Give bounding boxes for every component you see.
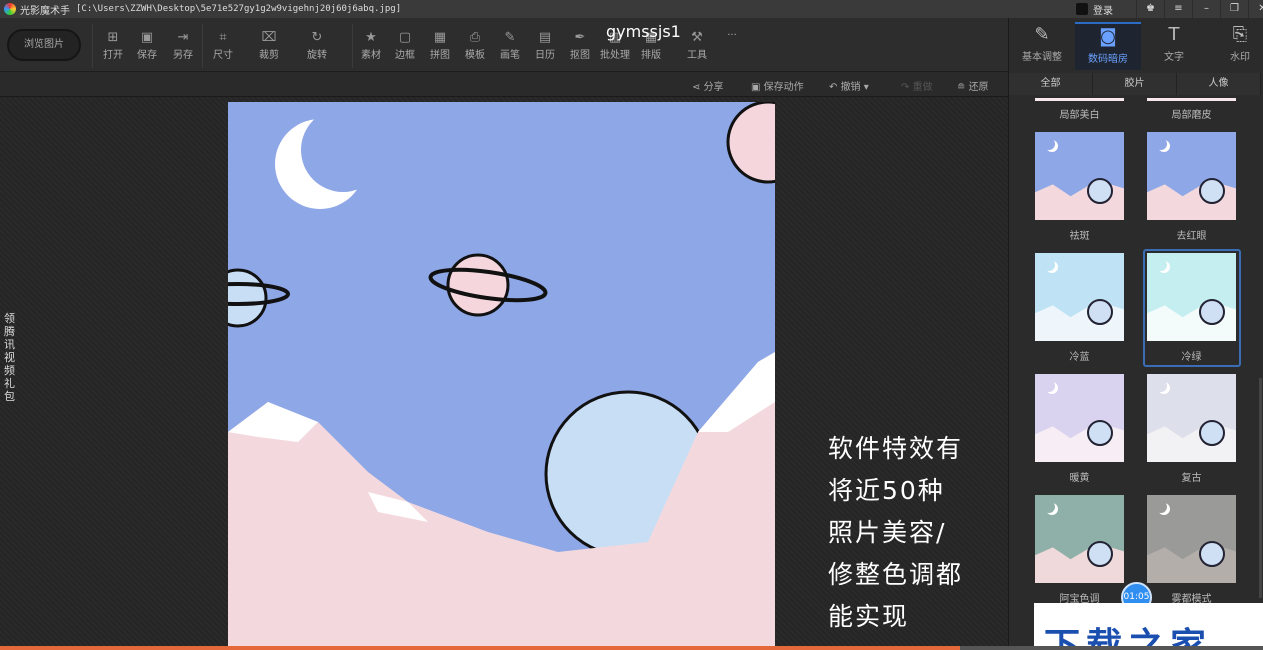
redo-button[interactable]: ↷ 重做 <box>901 78 933 93</box>
tool-wrench[interactable]: ⚒工具 <box>680 30 714 61</box>
effect-label[interactable]: 祛斑 <box>1035 227 1124 242</box>
rotate-icon: ↻ <box>300 30 334 46</box>
skin-button[interactable]: ♚ <box>1136 0 1164 18</box>
filter-tab[interactable]: 全部 <box>1009 73 1093 95</box>
action-bar: ⋖ 分享 ▣ 保存动作 ↶ 撤销 ▾ ↷ 重做 ≘ 还原 <box>0 72 1008 97</box>
photo-preview <box>228 102 775 650</box>
effect-thumbnail[interactable] <box>1035 495 1124 583</box>
tool-brush[interactable]: ✎画笔 <box>493 30 527 61</box>
save-icon: ▣ <box>130 30 164 46</box>
tool-border[interactable]: ▢边框 <box>388 30 422 61</box>
save-as-icon: ⇥ <box>166 30 200 46</box>
caption-line: 修整色调都 <box>828 554 998 596</box>
brush-icon: ✎ <box>493 30 527 46</box>
login-button[interactable]: 登录 <box>1093 2 1113 17</box>
caption-line: 软件特效有 <box>828 428 998 470</box>
app-title: 光影魔术手 <box>20 2 70 17</box>
browse-images-button[interactable]: 浏览图片 <box>7 29 81 61</box>
space-illustration <box>228 102 775 650</box>
overlay-username: gymssjs1 <box>606 22 681 41</box>
video-progress-bar[interactable] <box>0 646 1263 650</box>
tool-material[interactable]: ★素材 <box>354 30 388 61</box>
download-home-watermark: 下载之家 <box>1034 603 1263 650</box>
tool-calendar[interactable]: ▤日历 <box>528 30 562 61</box>
right-panel: ✎基本调整◙数码暗房T文字⎘水印 全部胶片人像 局部美白 局部磨皮 祛斑 去红眼冷… <box>1008 18 1263 650</box>
tool-rotate[interactable]: ↻旋转 <box>300 30 334 61</box>
tool-open[interactable]: ⊞打开 <box>96 30 130 61</box>
effect-label[interactable]: 冷蓝 <box>1035 348 1124 363</box>
calendar-icon: ▤ <box>528 30 562 46</box>
effect-thumbnail[interactable] <box>1147 495 1236 583</box>
restore-button[interactable]: ❐ <box>1220 0 1248 18</box>
filter-tab[interactable]: 胶片 <box>1093 73 1177 95</box>
text-icon: T <box>1141 22 1207 48</box>
user-icon <box>1076 3 1088 15</box>
darkroom-icon: ◙ <box>1075 24 1141 50</box>
file-path: [C:\Users\ZZWH\Desktop\5e71e527gy1g2w9vi… <box>76 4 401 14</box>
border-icon: ▢ <box>388 30 422 46</box>
effect-thumbnail[interactable] <box>1147 132 1236 220</box>
effect-thumbnail[interactable] <box>1035 374 1124 462</box>
tool-template[interactable]: ⎙模板 <box>458 30 492 61</box>
open-icon: ⊞ <box>96 30 130 46</box>
caption-line: 将近50种 <box>828 470 998 512</box>
tool-save-as[interactable]: ⇥另存 <box>166 30 200 61</box>
tab-text[interactable]: T文字 <box>1141 22 1207 70</box>
tencent-video-gift-link[interactable]: 领腾讯视频礼包 <box>4 312 16 403</box>
crop-icon: ⌧ <box>252 30 286 46</box>
cutout-icon: ✒ <box>563 30 597 46</box>
panel-scrollbar[interactable] <box>1259 378 1262 598</box>
effect-label[interactable]: 局部美白 <box>1035 106 1124 121</box>
tab-basic-adjust[interactable]: ✎基本调整 <box>1009 22 1075 70</box>
effect-label[interactable]: 去红眼 <box>1147 227 1236 242</box>
wrench-icon: ⚒ <box>680 30 714 46</box>
share-button[interactable]: ⋖ 分享 <box>692 78 724 93</box>
more-tools-button[interactable]: ··· <box>715 30 749 41</box>
effect-label[interactable]: 暖黄 <box>1035 469 1124 484</box>
minimize-button[interactable]: – <box>1192 0 1220 18</box>
caption-line: 照片美容/ <box>828 512 998 554</box>
tab-watermark[interactable]: ⎘水印 <box>1207 22 1263 70</box>
effect-thumbnail[interactable] <box>1035 253 1124 341</box>
tool-resize[interactable]: ⌗尺寸 <box>206 30 240 61</box>
basic-adjust-icon: ✎ <box>1009 22 1075 48</box>
collage-icon: ▦ <box>423 30 457 46</box>
title-bar: 光影魔术手 [C:\Users\ZZWH\Desktop\5e71e527gy1… <box>0 0 1263 18</box>
tool-cutout[interactable]: ✒抠图 <box>563 30 597 61</box>
close-button[interactable]: ✕ <box>1248 0 1263 18</box>
undo-button[interactable]: ↶ 撤销 ▾ <box>829 78 869 93</box>
watermark-icon: ⎘ <box>1207 22 1263 48</box>
save-action-button[interactable]: ▣ 保存动作 <box>751 78 804 93</box>
effect-thumbnail[interactable] <box>1035 132 1124 220</box>
tool-crop[interactable]: ⌧裁剪 <box>252 30 286 61</box>
caption-line: 能实现 <box>828 596 998 638</box>
effect-label[interactable]: 复古 <box>1147 469 1236 484</box>
effect-thumbnail[interactable] <box>1147 374 1236 462</box>
tool-save[interactable]: ▣保存 <box>130 30 164 61</box>
tab-darkroom[interactable]: ◙数码暗房 <box>1075 22 1141 70</box>
tool-collage[interactable]: ▦拼图 <box>423 30 457 61</box>
effect-thumbnail[interactable] <box>1147 253 1236 341</box>
main-toolbar: 浏览图片 ⊞打开▣保存⇥另存⌗尺寸 ⌧裁剪 ↻旋转 ★素材▢边框▦拼图⎙模板✎画笔▤日… <box>0 18 1008 72</box>
effect-label[interactable]: 冷绿 <box>1147 348 1236 363</box>
material-icon: ★ <box>354 30 388 46</box>
template-icon: ⎙ <box>458 30 492 46</box>
resize-icon: ⌗ <box>206 30 240 46</box>
app-logo-icon <box>4 3 16 15</box>
filter-tab[interactable]: 人像 <box>1177 73 1261 95</box>
menu-button[interactable]: ≡ <box>1164 0 1192 18</box>
effect-label[interactable]: 局部磨皮 <box>1147 106 1236 121</box>
restore-original-button[interactable]: ≘ 还原 <box>957 78 989 93</box>
video-caption: 软件特效有将近50种照片美容/修整色调都能实现 <box>828 428 998 638</box>
